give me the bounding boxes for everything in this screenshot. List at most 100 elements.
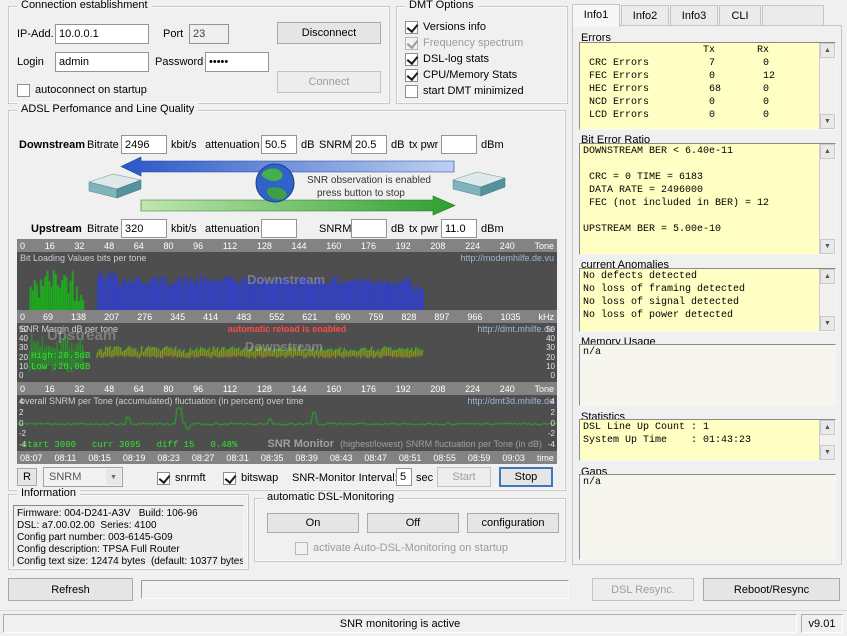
y-tick: 2 xyxy=(19,407,24,417)
tab-info3[interactable]: Info3 xyxy=(670,5,718,25)
reboot-resync-button[interactable]: Reboot/Resync xyxy=(703,578,840,601)
ruler-tick: 08:11 xyxy=(54,452,77,463)
ruler-tick: 240 xyxy=(499,383,515,394)
start-button[interactable]: Start xyxy=(437,467,491,487)
ruler-tick: 1035 xyxy=(500,311,521,322)
snrm-dropdown[interactable]: SNRM xyxy=(43,467,123,487)
time-ruler: 08:07 08:11 08:15 08:19 08:23 08:27 08:31 08:35… xyxy=(17,451,557,464)
ruler-tick: 08:15 xyxy=(88,452,111,463)
snr-monitor-caption-rest: (highest/lowest) SNRM fluctuation per To… xyxy=(340,439,542,449)
snrmft-checkbox[interactable]: snrmft xyxy=(157,471,206,485)
scroll-up-icon[interactable] xyxy=(820,43,835,58)
dsl-resync-button[interactable]: DSL Resync. xyxy=(592,578,694,601)
us-bitrate-input[interactable]: 320 xyxy=(121,219,167,238)
y-tick: 4 xyxy=(19,397,24,406)
dmt-option-frequency-spectrum[interactable]: Frequency spectrum xyxy=(405,36,523,50)
ds-bitrate-input[interactable]: 2496 xyxy=(121,135,167,154)
password-input[interactable]: ••••• xyxy=(205,52,269,72)
downstream-label: Downstream xyxy=(19,139,86,151)
ruler-tick: 192 xyxy=(395,240,411,251)
autoconnect-checkbox[interactable]: autoconnect on startup xyxy=(17,83,147,97)
scroll-down-icon[interactable] xyxy=(820,445,835,460)
port-input[interactable]: 23 xyxy=(189,24,229,44)
us-txpwr-input[interactable]: 11.0 xyxy=(441,219,477,238)
errors-scrollbar[interactable] xyxy=(819,43,835,129)
statistics-text: DSL Line Up Count : 1 System Up Time : 0… xyxy=(583,422,752,446)
dmt-option-cpu-memory-stats[interactable]: CPU/Memory Stats xyxy=(405,68,517,82)
ruler-tick: 08:51 xyxy=(398,452,422,463)
dmt-option-versions-info[interactable]: Versions info xyxy=(405,20,486,34)
bitloading-chart: Bit Loading Values bits per tone http://… xyxy=(17,252,557,310)
checkbox-box xyxy=(157,471,170,485)
bitswap-checkbox[interactable]: bitswap xyxy=(223,471,278,485)
ber-scrollbar[interactable] xyxy=(819,144,835,254)
stat-curr: curr 3095 xyxy=(92,440,141,450)
y-tick: 40 xyxy=(19,334,28,344)
tone-ruler-top: 0 16 32 48 64 80 96 112 128 144 160 176 192 208 224 240… xyxy=(17,239,557,252)
scroll-up-icon[interactable] xyxy=(820,144,835,159)
globe-icon[interactable] xyxy=(255,163,295,203)
reload-button[interactable]: R xyxy=(17,468,37,486)
us-attenuation-input[interactable] xyxy=(261,219,297,238)
memory-box: n/a xyxy=(579,344,836,406)
snr-monitor-caption-title: SNR Monitor xyxy=(267,438,335,450)
ruler-tick: 08:55 xyxy=(433,452,456,463)
y-tick: 50 xyxy=(19,325,28,334)
scroll-up-icon[interactable] xyxy=(820,420,835,435)
ruler-tick: 32 xyxy=(74,383,85,394)
bitrate-label-ds: Bitrate xyxy=(87,139,119,151)
kbits-label-ds: kbit/s xyxy=(171,139,197,151)
tab-info2[interactable]: Info2 xyxy=(621,5,669,25)
monitoring-off-button[interactable]: Off xyxy=(367,513,459,533)
auto-monitoring-startup-checkbox[interactable]: activate Auto-DSL-Monitoring on startup xyxy=(295,541,508,555)
scroll-down-icon[interactable] xyxy=(820,316,835,331)
tab-cli[interactable]: CLI xyxy=(719,5,761,25)
us-snrm-input[interactable] xyxy=(351,219,387,238)
ruler-tick: 96 xyxy=(193,383,204,394)
ruler-tick: 08:39 xyxy=(295,452,318,463)
fluctuation-stats: start 3080 curr 3095 diff 15 0.48% SNR M… xyxy=(22,438,552,450)
gaps-box: n/a xyxy=(579,474,836,560)
ruler-tick: 144 xyxy=(291,240,307,251)
ruler-tick: 138 xyxy=(71,311,87,322)
monitoring-on-button[interactable]: On xyxy=(267,513,359,533)
ruler-tick: 552 xyxy=(269,311,285,322)
ds-attenuation-input[interactable]: 50.5 xyxy=(261,135,297,154)
tab-info1[interactable]: Info1 xyxy=(572,4,620,27)
ds-snrm-input[interactable]: 20.5 xyxy=(351,135,387,154)
ruler-unit: kHz xyxy=(538,311,554,322)
ruler-tick: 09:03 xyxy=(502,452,525,463)
information-group: Information Firmware: 004-D241-A3V Build… xyxy=(8,487,249,570)
checkbox-box xyxy=(295,541,308,555)
dmt-option-start-dmt-minimized[interactable]: start DMT minimized xyxy=(405,84,524,98)
monitoring-config-button[interactable]: configuration xyxy=(467,513,559,533)
ruler-tick: 276 xyxy=(137,311,153,322)
stat-pct: 0.48% xyxy=(210,440,238,450)
version-label: v9.01 xyxy=(808,617,836,630)
interval-input[interactable]: 5 xyxy=(396,468,412,486)
dmt-option-dsl-log-stats[interactable]: DSL-log stats xyxy=(405,52,489,66)
disconnect-button[interactable]: Disconnect xyxy=(277,22,381,44)
attenuation-label-ds: attenuation xyxy=(205,139,260,151)
scroll-down-icon[interactable] xyxy=(820,239,835,254)
checkbox-box xyxy=(405,20,418,34)
ip-input[interactable]: 10.0.0.1 xyxy=(55,24,149,44)
ds-txpwr-input[interactable] xyxy=(441,135,477,154)
refresh-button[interactable]: Refresh xyxy=(8,578,133,601)
ruler-tick: 897 xyxy=(434,311,450,322)
login-input[interactable]: admin xyxy=(55,52,149,72)
gaps-text: n/a xyxy=(583,477,602,488)
connect-button[interactable]: Connect xyxy=(277,71,381,93)
statistics-scrollbar[interactable] xyxy=(819,420,835,460)
ruler-tick: 690 xyxy=(335,311,351,322)
anomalies-scrollbar[interactable] xyxy=(819,269,835,331)
snr-monitor-caption: SNR Monitor (highest/lowest) SNRM fluctua… xyxy=(267,438,542,450)
ruler-tick: 08:07 xyxy=(20,452,43,463)
charts-area: 0 16 32 48 64 80 96 112 128 144 160 176 192 208 224 240… xyxy=(17,239,557,464)
autoconnect-label: autoconnect on startup xyxy=(35,84,147,96)
stop-button[interactable]: Stop xyxy=(499,467,553,487)
scroll-up-icon[interactable] xyxy=(820,269,835,284)
scroll-down-icon[interactable] xyxy=(820,114,835,129)
ruler-unit: Tone xyxy=(534,240,554,251)
kbits-label-us: kbit/s xyxy=(171,223,197,235)
